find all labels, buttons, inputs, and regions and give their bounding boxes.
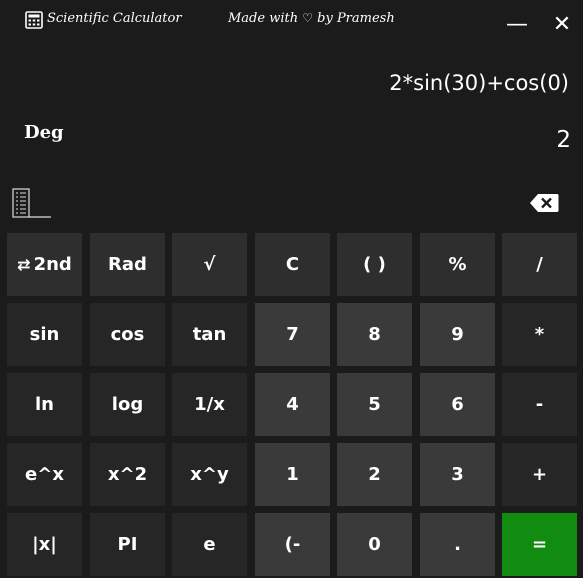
ln-button[interactable]: ln xyxy=(7,373,82,436)
percent-button[interactable]: % xyxy=(420,233,495,296)
app-credit: Made with ♡ by Pramesh xyxy=(228,11,395,26)
sin-button[interactable]: sin xyxy=(7,303,82,366)
calculator-icon xyxy=(25,11,43,29)
multiply-button[interactable]: * xyxy=(502,303,577,366)
angle-mode-label: Deg xyxy=(24,122,64,143)
digit-3-button[interactable]: 3 xyxy=(420,443,495,506)
digit-6-button[interactable]: 6 xyxy=(420,373,495,436)
equals-button[interactable]: = xyxy=(502,513,577,576)
pi-button[interactable]: PI xyxy=(90,513,165,576)
close-button[interactable]: ✕ xyxy=(547,10,577,40)
log-button[interactable]: log xyxy=(90,373,165,436)
digit-8-button[interactable]: 8 xyxy=(337,303,412,366)
euler-button[interactable]: e xyxy=(172,513,247,576)
credit-prefix: Made with xyxy=(228,11,299,26)
abs-button[interactable]: |x| xyxy=(7,513,82,576)
square-button[interactable]: x^2 xyxy=(90,443,165,506)
heart-icon: ♡ xyxy=(302,11,313,25)
digit-1-button[interactable]: 1 xyxy=(255,443,330,506)
app-title: Scientific Calculator xyxy=(47,11,182,26)
expression-display: 2*sin(30)+cos(0) xyxy=(389,71,569,95)
subtract-button[interactable]: - xyxy=(502,373,577,436)
cos-button[interactable]: cos xyxy=(90,303,165,366)
digit-7-button[interactable]: 7 xyxy=(255,303,330,366)
key-label: 2nd xyxy=(33,254,72,275)
rad-button[interactable]: Rad xyxy=(90,233,165,296)
decimal-button[interactable]: . xyxy=(420,513,495,576)
tan-button[interactable]: tan xyxy=(172,303,247,366)
swap-arrows-icon: ⇄ xyxy=(17,255,31,274)
negate-button[interactable]: (- xyxy=(255,513,330,576)
add-button[interactable]: + xyxy=(502,443,577,506)
digit-4-button[interactable]: 4 xyxy=(255,373,330,436)
backspace-icon[interactable] xyxy=(529,193,559,213)
power-button[interactable]: x^y xyxy=(172,443,247,506)
digit-2-button[interactable]: 2 xyxy=(337,443,412,506)
digit-5-button[interactable]: 5 xyxy=(337,373,412,436)
minimize-button[interactable]: — xyxy=(502,10,532,40)
reciprocal-button[interactable]: 1/x xyxy=(172,373,247,436)
sqrt-button[interactable]: √ xyxy=(172,233,247,296)
digit-0-button[interactable]: 0 xyxy=(337,513,412,576)
parentheses-button[interactable]: ( ) xyxy=(337,233,412,296)
second-function-button[interactable]: ⇄ 2nd xyxy=(7,233,82,296)
title-bar: Scientific Calculator Made with ♡ by Pra… xyxy=(0,0,583,48)
exp-button[interactable]: e^x xyxy=(7,443,82,506)
history-icon[interactable] xyxy=(12,188,52,220)
divide-button[interactable]: / xyxy=(502,233,577,296)
clear-button[interactable]: C xyxy=(255,233,330,296)
credit-suffix: by Pramesh xyxy=(317,11,395,26)
result-display: 2 xyxy=(556,127,571,153)
digit-9-button[interactable]: 9 xyxy=(420,303,495,366)
